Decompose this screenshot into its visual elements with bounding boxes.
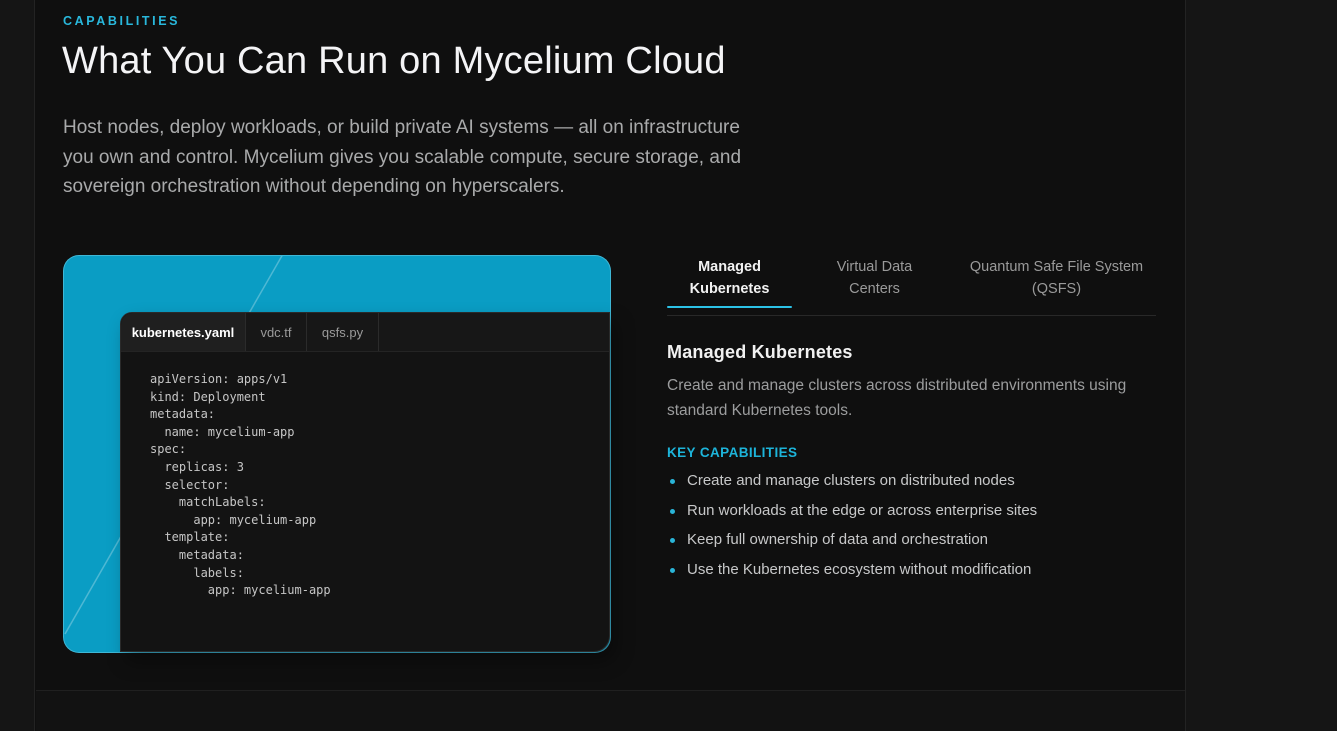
editor-tab-vdc-tf[interactable]: vdc.tf	[246, 313, 307, 351]
code-line: selector:	[150, 477, 609, 495]
intro-line: sovereign orchestration without dependin…	[63, 172, 793, 202]
list-item: Use the Kubernetes ecosystem without mod…	[667, 561, 1147, 578]
code-line: matchLabels:	[150, 494, 609, 512]
code-line: app: mycelium-app	[150, 582, 609, 600]
code-showcase-card: kubernetes.yaml vdc.tf qsfs.py apiVersio…	[63, 255, 611, 653]
feature-description-line: standard Kubernetes tools.	[667, 399, 1137, 424]
code-line: template:	[150, 529, 609, 547]
capabilities-list: Create and manage clusters on distribute…	[667, 472, 1147, 590]
section-eyebrow: CAPABILITIES	[63, 14, 180, 28]
editor-tab-kubernetes-yaml[interactable]: kubernetes.yaml	[121, 313, 246, 351]
tab-label-line: (QSFS)	[957, 279, 1156, 301]
tab-label-line: Managed	[667, 257, 792, 279]
list-item-text: Create and manage clusters on distribute…	[687, 472, 1015, 489]
code-line: name: mycelium-app	[150, 424, 609, 442]
page-title: What You Can Run on Mycelium Cloud	[62, 40, 726, 83]
list-item-text: Keep full ownership of data and orchestr…	[687, 531, 988, 548]
tab-label-line: Quantum Safe File System	[957, 257, 1156, 279]
code-line: spec:	[150, 441, 609, 459]
editor-tab-bar: kubernetes.yaml vdc.tf qsfs.py	[121, 313, 609, 352]
tabs-divider	[667, 315, 1156, 316]
tab-managed-kubernetes[interactable]: Managed Kubernetes	[667, 253, 792, 300]
right-margin-gutter	[1185, 0, 1337, 731]
section-divider	[36, 690, 1185, 731]
tab-virtual-data-centers[interactable]: Virtual Data Centers	[802, 253, 947, 300]
bullet-icon	[670, 509, 675, 514]
yaml-code-block: apiVersion: apps/v1 kind: Deployment met…	[121, 352, 609, 600]
feature-description-line: Create and manage clusters across distri…	[667, 374, 1137, 399]
bullet-icon	[670, 538, 675, 543]
intro-paragraph: Host nodes, deploy workloads, or build p…	[63, 113, 793, 202]
intro-line: you own and control. Mycelium gives you …	[63, 143, 793, 173]
list-item: Run workloads at the edge or across ente…	[667, 502, 1147, 519]
tab-label-line: Kubernetes	[667, 279, 792, 301]
feature-panel: Managed Kubernetes Virtual Data Centers …	[667, 253, 1156, 613]
editor-tab-qsfs-py[interactable]: qsfs.py	[307, 313, 379, 351]
feature-heading: Managed Kubernetes	[667, 342, 853, 363]
intro-line: Host nodes, deploy workloads, or build p…	[63, 113, 793, 143]
tab-label-line: Virtual Data	[802, 257, 947, 279]
code-line: labels:	[150, 565, 609, 583]
list-item-text: Run workloads at the edge or across ente…	[687, 502, 1037, 519]
bullet-icon	[670, 568, 675, 573]
code-line: replicas: 3	[150, 459, 609, 477]
code-line: kind: Deployment	[150, 389, 609, 407]
left-margin-gutter	[0, 0, 35, 731]
tab-qsfs[interactable]: Quantum Safe File System (QSFS)	[957, 253, 1156, 300]
list-item: Create and manage clusters on distribute…	[667, 472, 1147, 489]
code-line: metadata:	[150, 547, 609, 565]
list-item: Keep full ownership of data and orchestr…	[667, 531, 1147, 548]
code-editor-panel: kubernetes.yaml vdc.tf qsfs.py apiVersio…	[120, 312, 610, 652]
code-line: app: mycelium-app	[150, 512, 609, 530]
code-line: metadata:	[150, 406, 609, 424]
list-item-text: Use the Kubernetes ecosystem without mod…	[687, 561, 1031, 578]
key-capabilities-label: KEY CAPABILITIES	[667, 445, 797, 460]
feature-description: Create and manage clusters across distri…	[667, 374, 1137, 423]
tab-label-line: Centers	[802, 279, 947, 301]
active-tab-underline	[667, 306, 792, 308]
code-line: apiVersion: apps/v1	[150, 371, 609, 389]
bullet-icon	[670, 479, 675, 484]
